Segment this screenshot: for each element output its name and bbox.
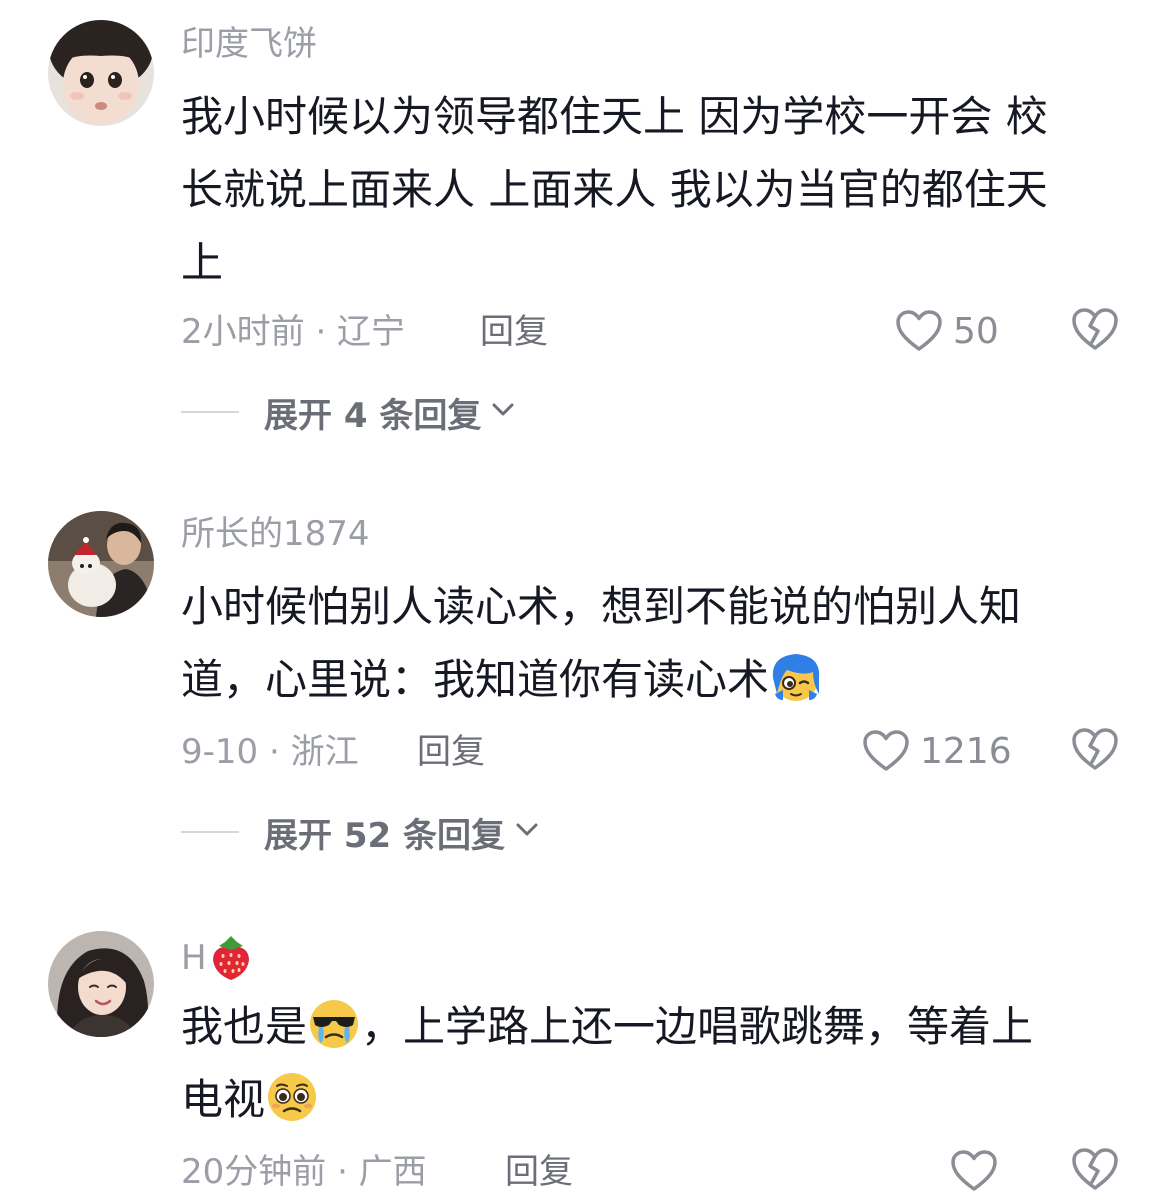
heart-outline-icon bbox=[862, 729, 910, 773]
username[interactable]: H bbox=[181, 934, 253, 982]
username-text: H bbox=[181, 938, 207, 978]
comment-text: 小时候怕别人读心术，想到不能说的怕别人知 道，心里说：我知道你有读心术 bbox=[181, 570, 1101, 716]
dislike-button[interactable] bbox=[1070, 726, 1120, 776]
sunglasses-crying-emoji-icon bbox=[307, 997, 361, 1051]
chevron-down-icon bbox=[491, 402, 515, 422]
reply-button[interactable]: 回复 bbox=[505, 1149, 573, 1195]
comment-item: 所长的1874 小时候怕别人读心术，想到不能说的怕别人知 道，心里说：我知道你有… bbox=[0, 490, 1169, 890]
like-button[interactable] bbox=[950, 1146, 1008, 1196]
heart-outline-icon bbox=[950, 1149, 998, 1193]
reply-button[interactable]: 回复 bbox=[480, 309, 548, 355]
expand-replies-label: 展开 4 条回复 bbox=[264, 395, 482, 436]
divider bbox=[181, 411, 239, 413]
comment-text-segment: 电视 bbox=[181, 1075, 266, 1124]
comment-text-line: 长就说上面来人 上面来人 我以为当官的都住天 bbox=[181, 165, 1048, 214]
broken-heart-icon bbox=[1070, 728, 1120, 776]
comment-item: 印度飞饼 我小时候以为领导都住天上 因为学校一开会 校 长就说上面来人 上面来人… bbox=[0, 0, 1169, 460]
comment-text-segment: 道，心里说：我知道你有读心术 bbox=[181, 655, 770, 704]
pleading-emoji-icon bbox=[265, 1070, 319, 1124]
avatar[interactable] bbox=[48, 511, 154, 617]
like-count: 1216 bbox=[920, 730, 1012, 772]
broken-heart-icon bbox=[1070, 308, 1120, 356]
chevron-down-icon bbox=[515, 822, 539, 842]
comment-text-segment: 我也是 bbox=[181, 1002, 308, 1051]
comment-text: 我也是 ，上学路上还一边唱歌跳舞，等着上 电视 bbox=[181, 990, 1101, 1136]
comment-text-line: 我小时候以为领导都住天上 因为学校一开会 校 bbox=[181, 92, 1048, 141]
comment-meta: 20分钟前 · 广西 bbox=[181, 1152, 427, 1192]
avatar[interactable] bbox=[48, 20, 154, 126]
comment-item: H 我也是 ，上学路上还一边唱歌跳舞，等着上 电视 20分钟前 · 广西 回复 bbox=[0, 910, 1169, 1204]
comment-meta: 2小时前 · 辽宁 bbox=[181, 312, 406, 352]
comment-meta: 9-10 · 浙江 bbox=[181, 732, 359, 772]
broken-heart-icon bbox=[1070, 1148, 1120, 1196]
like-count: 50 bbox=[953, 310, 999, 352]
heart-outline-icon bbox=[895, 309, 943, 353]
blue-hair-wink-emoji-icon bbox=[769, 650, 823, 704]
divider bbox=[181, 831, 239, 833]
like-button[interactable]: 50 bbox=[895, 306, 999, 356]
comment-text-segment: ，上学路上还一边唱歌跳舞，等着上 bbox=[361, 1002, 1034, 1051]
expand-replies-button[interactable]: 展开 4 条回复 bbox=[181, 389, 515, 436]
dislike-button[interactable] bbox=[1070, 1146, 1120, 1196]
strawberry-icon bbox=[209, 934, 253, 982]
comment-text-line: 电视 bbox=[181, 1063, 1101, 1136]
dislike-button[interactable] bbox=[1070, 306, 1120, 356]
comment-text: 我小时候以为领导都住天上 因为学校一开会 校 长就说上面来人 上面来人 我以为当… bbox=[181, 80, 1101, 299]
comment-text-line: 道，心里说：我知道你有读心术 bbox=[181, 643, 1101, 716]
expand-replies-label: 展开 52 条回复 bbox=[264, 815, 505, 856]
avatar[interactable] bbox=[48, 931, 154, 1037]
comment-text-line: 上 bbox=[181, 238, 224, 287]
expand-replies-button[interactable]: 展开 52 条回复 bbox=[181, 809, 539, 856]
username[interactable]: 印度飞饼 bbox=[181, 24, 317, 64]
comment-text-line: 小时候怕别人读心术，想到不能说的怕别人知 bbox=[181, 582, 1022, 631]
username[interactable]: 所长的1874 bbox=[181, 514, 370, 554]
like-button[interactable]: 1216 bbox=[862, 726, 1012, 776]
comment-text-line: 我也是 ，上学路上还一边唱歌跳舞，等着上 bbox=[181, 990, 1101, 1063]
reply-button[interactable]: 回复 bbox=[417, 729, 485, 775]
